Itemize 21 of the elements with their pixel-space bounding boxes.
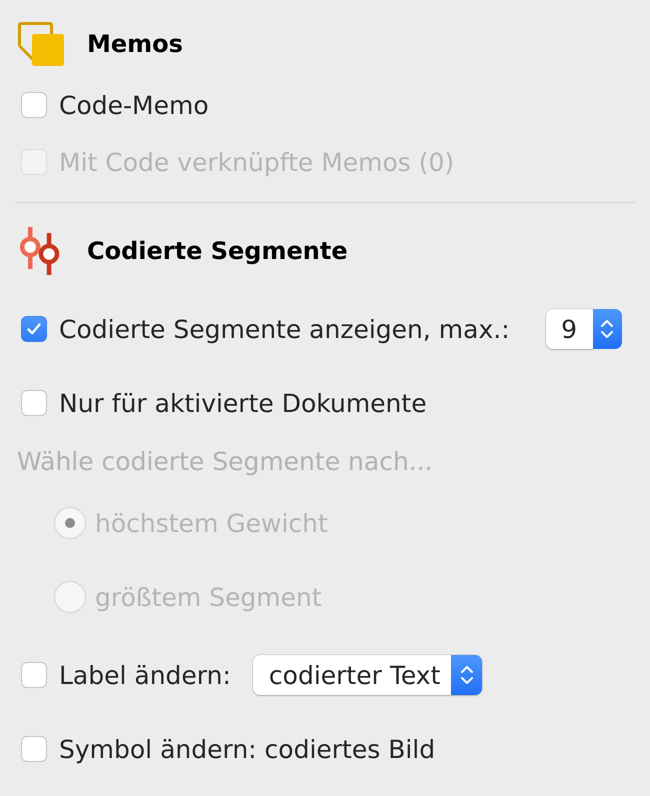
checkbox-label[interactable]: Codierte Segmente anzeigen, max.: xyxy=(59,314,510,344)
section-title: Memos xyxy=(87,30,183,58)
stacked-notes-icon xyxy=(18,22,64,66)
checkbox-label[interactable]: Label ändern: xyxy=(59,660,231,690)
checkbox-label[interactable]: Symbol ändern: codiertes Bild xyxy=(59,734,436,764)
checkbox[interactable] xyxy=(21,662,47,688)
caption-text: Wähle codierte Segmente nach... xyxy=(17,446,433,476)
checkbox[interactable] xyxy=(21,92,47,118)
stepper-button[interactable] xyxy=(592,309,622,349)
segment-pins-icon xyxy=(18,227,62,275)
checkbox[interactable] xyxy=(21,736,47,762)
checkbox[interactable] xyxy=(21,316,47,342)
checkmark-icon xyxy=(26,321,42,337)
chevron-up-down-icon xyxy=(451,655,482,695)
checkbox-label[interactable]: Nur für aktivierte Dokumente xyxy=(59,388,427,418)
checkbox-label[interactable]: Code-Memo xyxy=(59,90,209,120)
chevron-up-down-icon xyxy=(600,317,614,341)
number-field[interactable]: 9 xyxy=(546,309,593,349)
section-title: Codierte Segmente xyxy=(87,237,348,265)
popup-button[interactable]: codierter Text xyxy=(252,655,482,695)
checkbox[interactable] xyxy=(21,390,47,416)
